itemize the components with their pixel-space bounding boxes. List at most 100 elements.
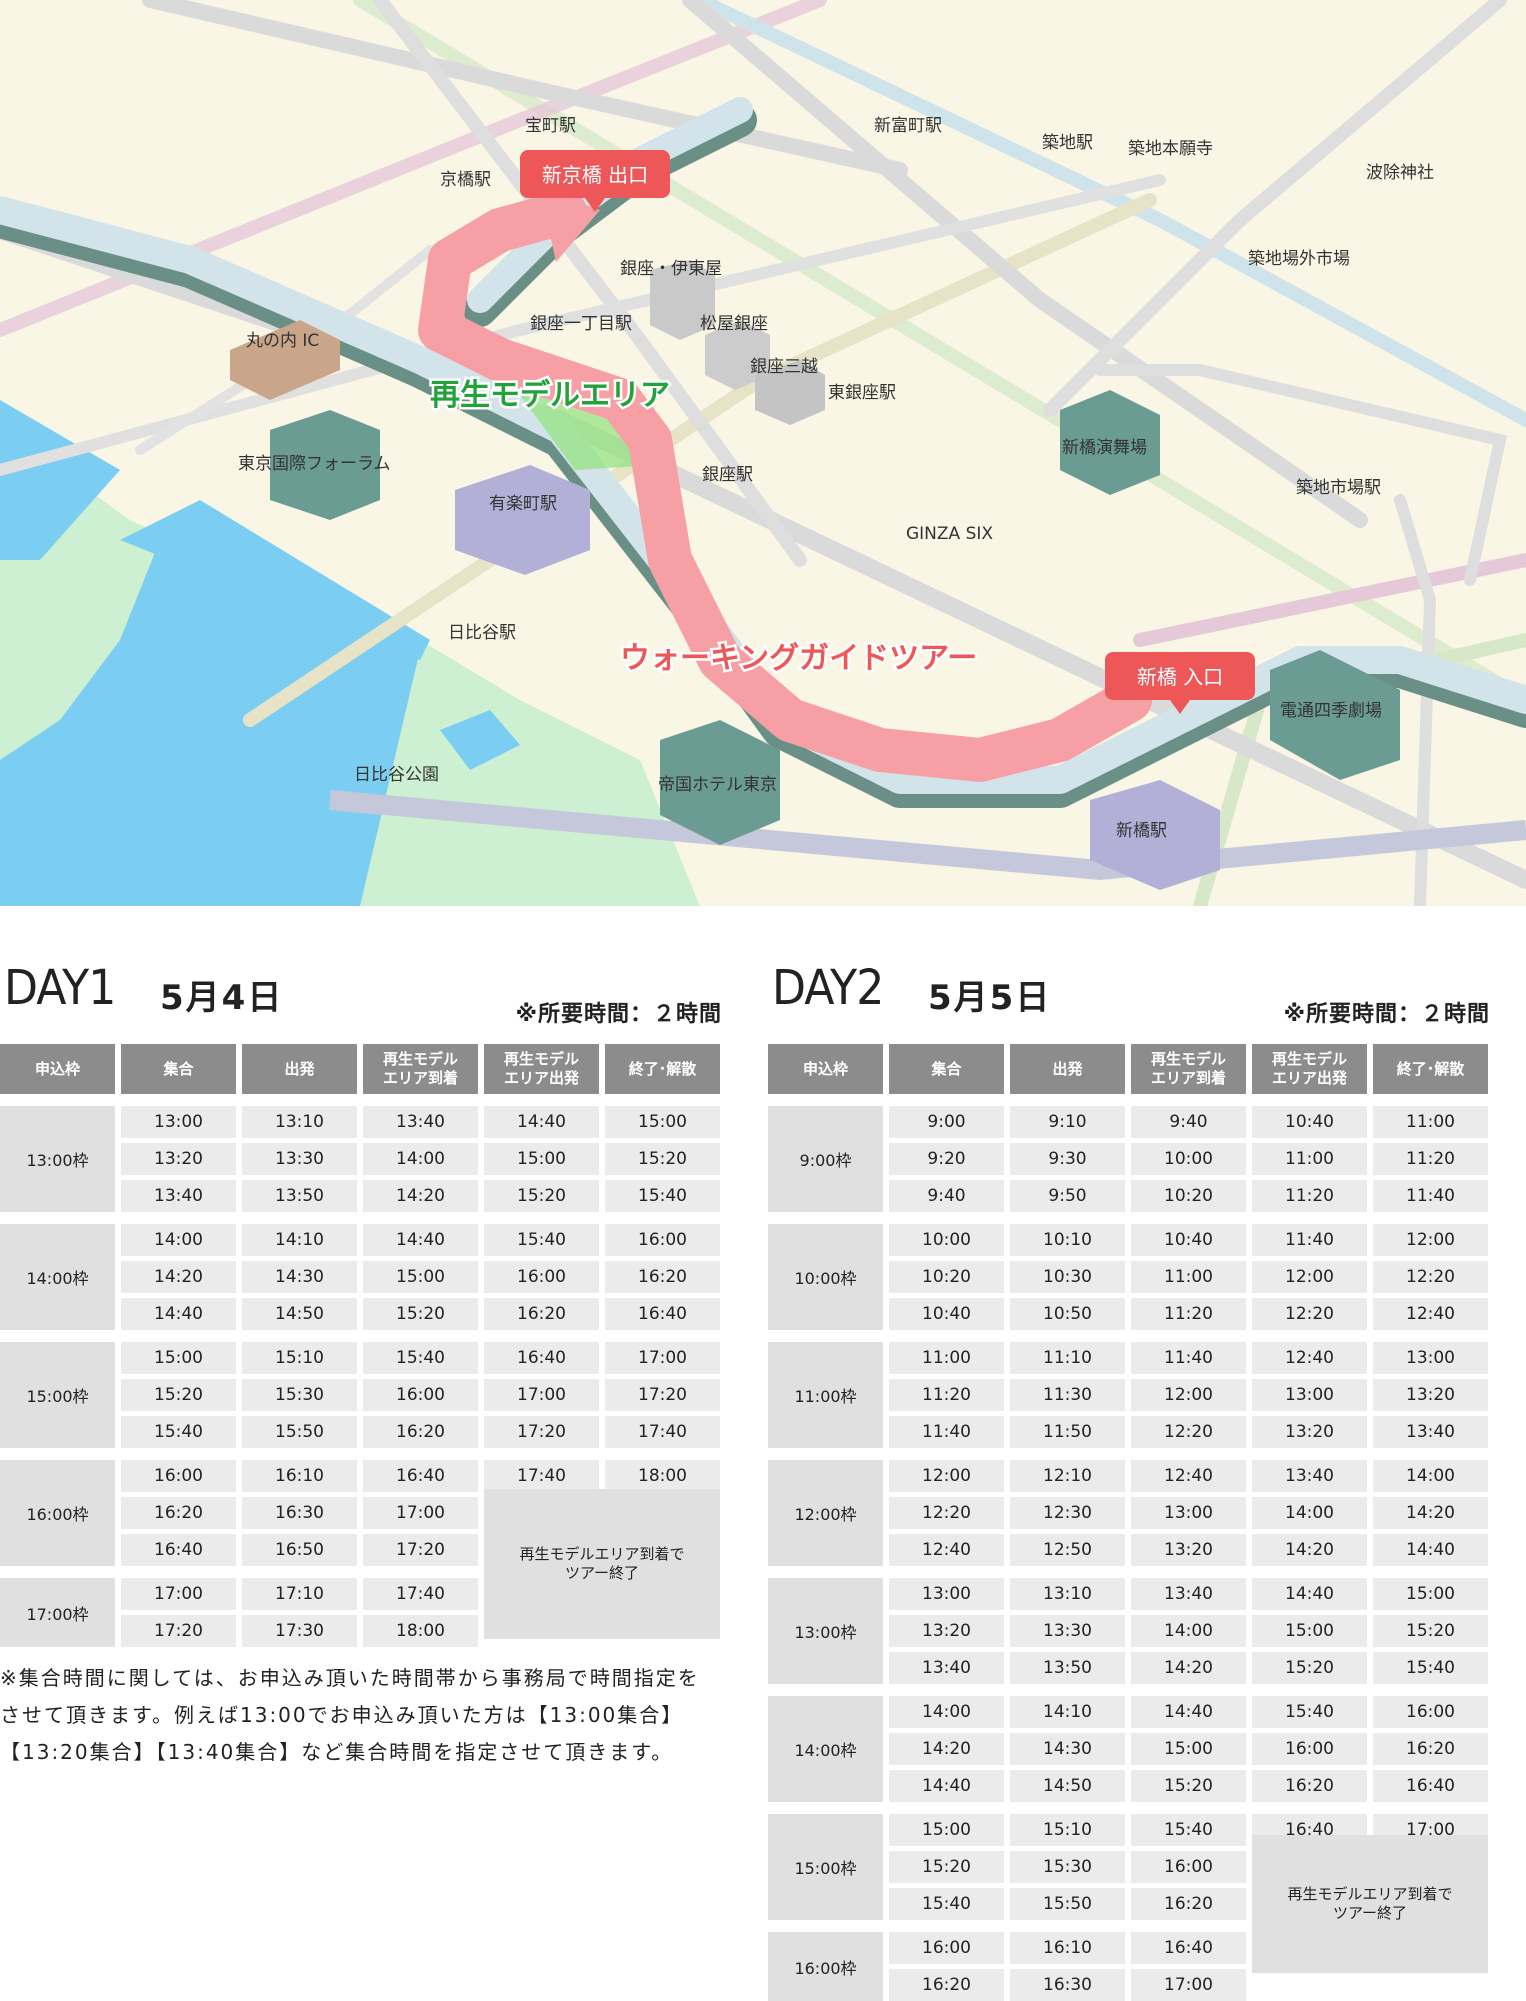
time-cell-arrive: 14:00 <box>363 1143 478 1175</box>
time-cell-leave: 16:20 <box>484 1298 599 1330</box>
column-header: 再生モデル エリア到着 <box>1131 1044 1246 1094</box>
time-cell-depart: 17:30 <box>242 1615 357 1647</box>
time-cell-gather: 13:20 <box>889 1615 1004 1647</box>
time-cell-arrive: 18:00 <box>363 1615 478 1647</box>
time-cell-arrive: 13:40 <box>1131 1578 1246 1610</box>
time-cell-depart: 16:50 <box>242 1534 357 1566</box>
entrance-pin-label: 新橋 入口 <box>1137 665 1223 689</box>
time-cell-gather: 11:00 <box>889 1342 1004 1374</box>
slot-label: 11:00枠 <box>768 1342 883 1448</box>
time-cell-depart: 14:10 <box>1010 1696 1125 1728</box>
tour-end-note: 再生モデルエリア到着で ツアー終了 <box>1252 1835 1488 1973</box>
time-cell-leave: 15:40 <box>1252 1696 1367 1728</box>
time-cell-end: 13:20 <box>1373 1379 1488 1411</box>
time-cell-arrive: 15:40 <box>363 1342 478 1374</box>
place-imperial-hotel: 帝国ホテル東京 <box>658 775 777 795</box>
column-header: 出発 <box>1010 1044 1125 1094</box>
time-cell-leave: 13:00 <box>1252 1379 1367 1411</box>
tour-route-map: 新京橋 出口 新橋 入口 再生モデルエリア ウォーキングガイドツアー 宝町駅 京… <box>0 0 1526 906</box>
day1-header: DAY1 5月4日 ※所要時間：２時間 <box>0 960 722 1030</box>
slot-label: 10:00枠 <box>768 1224 883 1330</box>
place-yurakucho: 有楽町駅 <box>489 494 557 514</box>
time-cell-leave: 14:40 <box>484 1106 599 1138</box>
time-cell-arrive: 15:20 <box>1131 1770 1246 1802</box>
time-cell-depart: 15:10 <box>1010 1814 1125 1846</box>
time-cell-end: 16:40 <box>1373 1770 1488 1802</box>
slot-label: 15:00枠 <box>0 1342 115 1448</box>
time-cell-leave: 13:20 <box>1252 1416 1367 1448</box>
time-cell-depart: 13:30 <box>242 1143 357 1175</box>
time-cell-end: 11:00 <box>1373 1106 1488 1138</box>
time-cell-leave: 17:40 <box>484 1460 599 1492</box>
route-name-label: ウォーキングガイドツアー <box>620 641 977 676</box>
place-ginza-itchome: 銀座一丁目駅 <box>530 314 632 334</box>
day1-label: DAY1 <box>4 960 116 1016</box>
tour-end-note: 再生モデルエリア到着で ツアー終了 <box>484 1489 720 1639</box>
time-cell-arrive: 11:40 <box>1131 1342 1246 1374</box>
time-cell-gather: 16:20 <box>889 1969 1004 2001</box>
time-cell-depart: 10:30 <box>1010 1261 1125 1293</box>
time-cell-depart: 13:30 <box>1010 1615 1125 1647</box>
time-cell-depart: 11:50 <box>1010 1416 1125 1448</box>
time-cell-arrive: 17:00 <box>363 1497 478 1529</box>
time-cell-depart: 16:10 <box>1010 1932 1125 1964</box>
place-dentsu: 電通四季劇場 <box>1280 701 1382 721</box>
time-cell-arrive: 17:00 <box>1131 1969 1246 2001</box>
time-cell-end: 18:00 <box>605 1460 720 1492</box>
time-cell-gather: 17:00 <box>121 1578 236 1610</box>
time-cell-depart: 16:30 <box>242 1497 357 1529</box>
column-header: 再生モデル エリア出発 <box>1252 1044 1367 1094</box>
time-cell-arrive: 11:00 <box>1131 1261 1246 1293</box>
slot-label: 9:00枠 <box>768 1106 883 1212</box>
time-cell-depart: 14:50 <box>1010 1770 1125 1802</box>
day2-header: DAY2 5月5日 ※所要時間：２時間 <box>768 960 1490 1030</box>
place-ginza-station: 銀座駅 <box>702 465 753 485</box>
place-tsukiji-outer: 築地場外市場 <box>1248 249 1350 269</box>
time-cell-leave: 14:00 <box>1252 1497 1367 1529</box>
time-cell-depart: 10:10 <box>1010 1224 1125 1256</box>
time-cell-end: 11:40 <box>1373 1180 1488 1212</box>
time-cell-end: 11:20 <box>1373 1143 1488 1175</box>
time-cell-leave: 15:40 <box>484 1224 599 1256</box>
time-cell-end: 16:20 <box>1373 1733 1488 1765</box>
column-header: 集合 <box>889 1044 1004 1094</box>
time-cell-depart: 15:10 <box>242 1342 357 1374</box>
time-cell-end: 13:00 <box>1373 1342 1488 1374</box>
time-cell-arrive: 13:20 <box>1131 1534 1246 1566</box>
time-cell-end: 17:00 <box>605 1342 720 1374</box>
day2-duration: ※所要時間：２時間 <box>1283 1002 1490 1027</box>
time-cell-gather: 15:00 <box>121 1342 236 1374</box>
time-cell-end: 16:40 <box>605 1298 720 1330</box>
time-cell-arrive: 15:00 <box>363 1261 478 1293</box>
time-cell-depart: 14:10 <box>242 1224 357 1256</box>
place-shinbashi: 新橋駅 <box>1116 821 1167 841</box>
place-mitsukoshi: 銀座三越 <box>750 357 818 377</box>
time-cell-gather: 10:20 <box>889 1261 1004 1293</box>
slot-label: 16:00枠 <box>0 1460 115 1566</box>
place-tsukiji-hongwanji: 築地本願寺 <box>1128 139 1213 159</box>
column-header: 集合 <box>121 1044 236 1094</box>
time-cell-gather: 16:00 <box>121 1460 236 1492</box>
column-header: 終了･解散 <box>1373 1044 1488 1094</box>
place-hibiya-park: 日比谷公園 <box>354 765 439 785</box>
place-shinbashi-enbujo: 新橋演舞場 <box>1062 438 1147 458</box>
time-cell-gather: 13:40 <box>121 1180 236 1212</box>
time-cell-gather: 14:00 <box>121 1224 236 1256</box>
time-cell-gather: 12:20 <box>889 1497 1004 1529</box>
time-cell-gather: 14:40 <box>889 1770 1004 1802</box>
model-area-label: 再生モデルエリア <box>430 378 670 413</box>
slot-label: 13:00枠 <box>0 1106 115 1212</box>
time-cell-gather: 13:00 <box>889 1578 1004 1610</box>
time-cell-leave: 17:00 <box>484 1379 599 1411</box>
time-cell-gather: 11:20 <box>889 1379 1004 1411</box>
day2-date: 5月5日 <box>928 978 1052 1018</box>
time-cell-leave: 15:00 <box>484 1143 599 1175</box>
time-cell-gather: 10:00 <box>889 1224 1004 1256</box>
time-cell-depart: 13:50 <box>242 1180 357 1212</box>
time-cell-arrive: 13:00 <box>1131 1497 1246 1529</box>
time-cell-end: 17:40 <box>605 1416 720 1448</box>
time-cell-depart: 9:50 <box>1010 1180 1125 1212</box>
time-cell-end: 16:00 <box>605 1224 720 1256</box>
time-cell-arrive: 14:00 <box>1131 1615 1246 1647</box>
slot-label: 15:00枠 <box>768 1814 883 1920</box>
